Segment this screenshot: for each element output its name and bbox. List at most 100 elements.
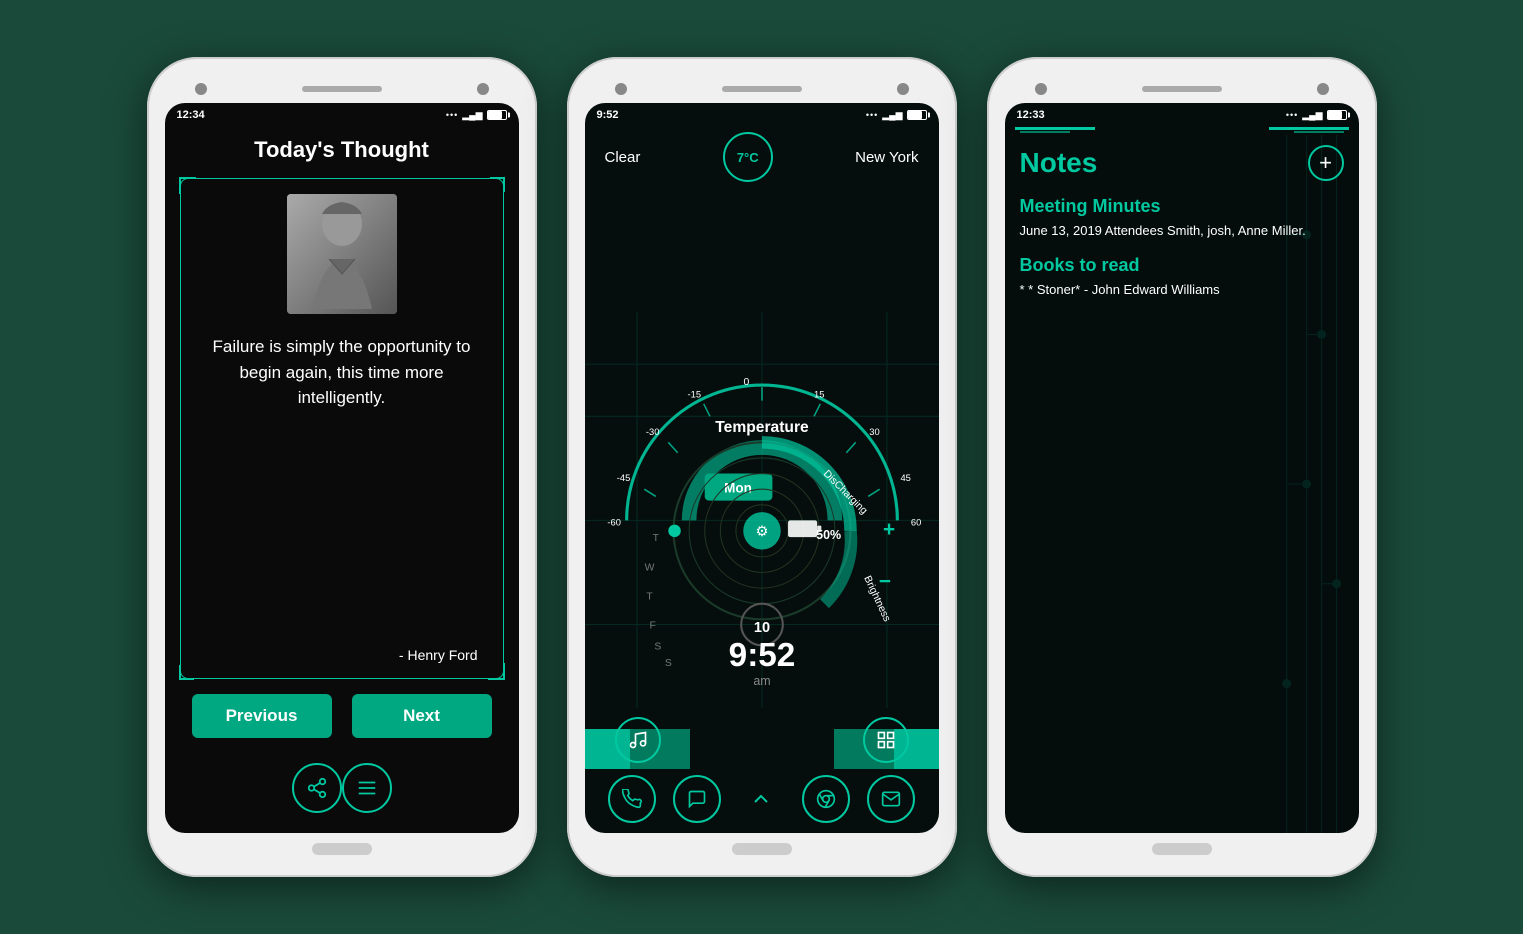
phone1-home-btn[interactable] <box>312 843 372 855</box>
phone3-camera-left <box>1035 83 1047 95</box>
svg-text:S: S <box>664 658 671 669</box>
svg-text:9:52: 9:52 <box>728 637 795 674</box>
svg-text:-45: -45 <box>616 473 630 483</box>
svg-text:Temperature: Temperature <box>715 419 809 436</box>
notes-title: Notes <box>1020 147 1098 179</box>
svg-text:+: + <box>882 518 894 541</box>
teal-line-3 <box>1020 131 1070 133</box>
phone3-content: Notes + Meeting Minutes June 13, 2019 At… <box>1005 135 1359 833</box>
phone2-speaker <box>722 86 802 92</box>
weather-row: Clear 7°C New York <box>585 127 939 187</box>
svg-text:15: 15 <box>814 390 824 400</box>
up-arrow-btn[interactable] <box>737 775 785 823</box>
svg-text:45: 45 <box>900 473 910 483</box>
weather-temp-badge: 7°C <box>723 132 773 182</box>
message-btn[interactable] <box>673 775 721 823</box>
phone1-camera-right <box>477 83 489 95</box>
chrome-btn[interactable] <box>802 775 850 823</box>
quote-author: - Henry Ford <box>196 647 488 663</box>
phone1: 12:34 ••• ▂▄▆ Today's Thought <box>147 57 537 877</box>
phone1-bottom <box>272 753 412 823</box>
phone3-time: 12:33 <box>1017 109 1045 121</box>
phone2-home-btn[interactable] <box>732 843 792 855</box>
phone-call-btn[interactable] <box>608 775 656 823</box>
thought-title: Today's Thought <box>254 137 429 163</box>
phone2-camera-right <box>897 83 909 95</box>
previous-button[interactable]: Previous <box>192 694 332 738</box>
phone3-speaker <box>1142 86 1222 92</box>
next-button[interactable]: Next <box>352 694 492 738</box>
thought-buttons: Previous Next <box>180 694 504 738</box>
svg-text:−: − <box>878 570 890 593</box>
phone1-signal-icon: ▂▄▆ <box>462 110 482 121</box>
quote-text: Failure is simply the opportunity to beg… <box>196 334 488 632</box>
weather-condition: Clear <box>605 149 641 166</box>
phone3-notch <box>1005 75 1359 103</box>
phone3-signal-icon: ▂▄▆ <box>1302 110 1322 121</box>
menu-button[interactable] <box>342 763 392 813</box>
svg-text:10: 10 <box>753 620 769 636</box>
grid-btn[interactable] <box>863 717 909 763</box>
svg-text:⚙: ⚙ <box>755 524 768 540</box>
phone1-content: Today's Thought <box>165 127 519 833</box>
phone1-battery-icon <box>487 110 507 120</box>
phone3-camera-right <box>1317 83 1329 95</box>
phone2-status-bar: 9:52 ••• ▂▄▆ <box>585 103 939 127</box>
note1-body: June 13, 2019 Attendees Smith, josh, Ann… <box>1020 222 1344 240</box>
phone1-time: 12:34 <box>177 109 205 121</box>
note-item-1[interactable]: Meeting Minutes June 13, 2019 Attendees … <box>1020 196 1344 240</box>
thought-card: Failure is simply the opportunity to beg… <box>180 178 504 679</box>
note2-body: * * Stoner* - John Edward Williams <box>1020 281 1344 299</box>
svg-text:-15: -15 <box>687 390 701 400</box>
notes-header: Notes + <box>1020 145 1344 181</box>
phone3-screen: 12:33 ••• ▂▄▆ <box>1005 103 1359 833</box>
phone2-notch <box>585 75 939 103</box>
email-btn[interactable] <box>867 775 915 823</box>
teal-line-4 <box>1294 131 1344 133</box>
svg-text:T: T <box>646 592 653 603</box>
phones-container: 12:34 ••• ▂▄▆ Today's Thought <box>127 37 1397 897</box>
music-btn[interactable] <box>615 717 661 763</box>
svg-text:-30: -30 <box>645 427 659 437</box>
note-item-2[interactable]: Books to read * * Stoner* - John Edward … <box>1020 255 1344 299</box>
phone1-status-bar: 12:34 ••• ▂▄▆ <box>165 103 519 127</box>
svg-text:W: W <box>644 562 654 573</box>
phone3-status-icons: ••• ▂▄▆ <box>1286 110 1347 121</box>
phone2-music-row <box>585 717 939 763</box>
share-button[interactable] <box>292 763 342 813</box>
svg-text:30: 30 <box>869 427 879 437</box>
phone3-battery-icon <box>1327 110 1347 120</box>
phone2-status-icons: ••• ▂▄▆ <box>866 110 927 121</box>
note2-heading: Books to read <box>1020 255 1344 276</box>
svg-text:T: T <box>652 533 659 544</box>
phone1-speaker <box>302 86 382 92</box>
city-name: New York <box>855 149 918 166</box>
svg-text:60: 60 <box>910 518 920 528</box>
phone3-status-bar: 12:33 ••• ▂▄▆ <box>1005 103 1359 127</box>
phone2-dots-icon: ••• <box>866 110 878 120</box>
svg-text:0: 0 <box>743 377 749 388</box>
phone2-time: 9:52 <box>597 109 619 121</box>
phone3: 12:33 ••• ▂▄▆ <box>987 57 1377 877</box>
phone2-battery-icon <box>907 110 927 120</box>
phone2-bottom-icons <box>585 775 939 823</box>
phone1-dots-icon: ••• <box>446 110 458 120</box>
svg-text:am: am <box>753 674 770 688</box>
add-note-button[interactable]: + <box>1308 145 1344 181</box>
temperature-value: 7°C <box>737 150 759 165</box>
svg-text:F: F <box>649 621 655 632</box>
author-photo <box>287 194 397 314</box>
phone2-content: 0 -15 15 -30 30 -45 45 -60 60 Temperatur… <box>585 187 939 833</box>
phone2-signal-icon: ▂▄▆ <box>882 110 902 121</box>
teal-line-1 <box>1015 127 1095 130</box>
phone2-screen: 9:52 ••• ▂▄▆ Clear 7°C New York <box>585 103 939 833</box>
phone2: 9:52 ••• ▂▄▆ Clear 7°C New York <box>567 57 957 877</box>
svg-text:S: S <box>654 642 661 653</box>
phone1-camera-left <box>195 83 207 95</box>
svg-text:50%: 50% <box>816 528 841 542</box>
phone1-status-icons: ••• ▂▄▆ <box>446 110 507 121</box>
phone3-dots-icon: ••• <box>1286 110 1298 120</box>
phone3-teal-accents <box>1015 127 1349 135</box>
phone2-camera-left <box>615 83 627 95</box>
phone3-home-btn[interactable] <box>1152 843 1212 855</box>
